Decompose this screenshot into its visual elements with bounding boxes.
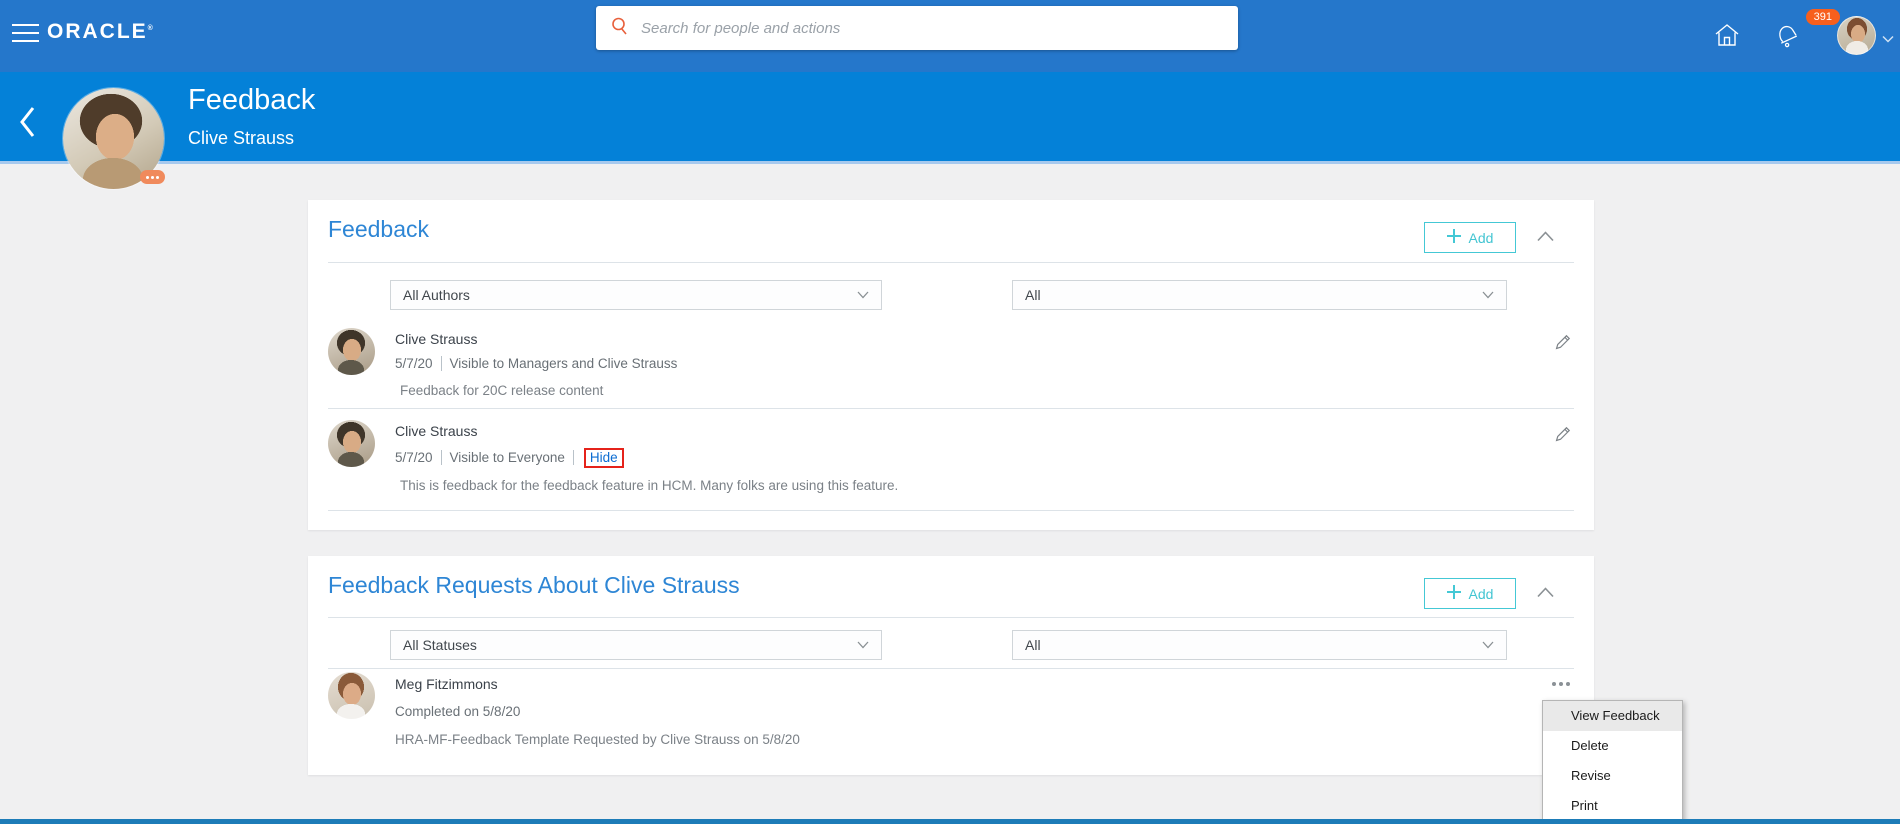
type-filter-select[interactable]: All (1012, 630, 1507, 660)
user-avatar[interactable] (1837, 16, 1876, 55)
menu-item-view-feedback[interactable]: View Feedback (1543, 701, 1682, 731)
feedback-requests-card: Feedback Requests About Clive Strauss Ad… (308, 556, 1594, 775)
back-button[interactable] (16, 104, 40, 145)
hamburger-menu-icon[interactable] (12, 24, 39, 46)
chevron-down-icon (857, 291, 869, 299)
divider (328, 510, 1574, 511)
divider (328, 668, 1574, 669)
feedback-meta: 5/7/20 Visible to Everyone Hide (395, 448, 624, 468)
feedback-author-avatar (328, 328, 375, 375)
status-filter-select[interactable]: All Statuses (390, 630, 882, 660)
top-navigation-bar: ORACLE® 391 (0, 0, 1900, 72)
plus-icon (1446, 229, 1461, 246)
registered-mark: ® (147, 25, 153, 32)
oracle-logo: ORACLE® (47, 20, 153, 43)
add-feedback-button[interactable]: Add (1424, 222, 1516, 253)
author-filter-select[interactable]: All Authors (390, 280, 882, 310)
chevron-down-icon (1482, 641, 1494, 649)
plus-icon (1446, 585, 1461, 602)
bottom-accent-bar (0, 819, 1900, 824)
request-status: Completed on 5/8/20 (395, 704, 521, 719)
search-icon (610, 16, 630, 41)
type-filter-select[interactable]: All (1012, 280, 1507, 310)
menu-item-print[interactable]: Print (1543, 791, 1682, 821)
divider (328, 408, 1574, 409)
feedback-author-name: Clive Strauss (395, 423, 478, 439)
hide-link[interactable]: Hide (590, 450, 618, 465)
feedback-text: This is feedback for the feedback featur… (400, 478, 899, 493)
row-actions-ellipsis-icon[interactable] (1552, 678, 1570, 690)
avatar-actions-badge[interactable] (140, 170, 165, 184)
add-feedback-request-button[interactable]: Add (1424, 578, 1516, 609)
chevron-down-icon[interactable] (1882, 30, 1894, 48)
separator (440, 356, 442, 371)
feedback-card: Feedback Add All Authors All Clive Strau… (308, 200, 1594, 530)
edit-pencil-icon[interactable] (1553, 333, 1572, 357)
feedback-card-title: Feedback (328, 216, 430, 242)
notification-count-badge: 391 (1805, 9, 1840, 25)
notifications-bell-icon[interactable] (1772, 20, 1802, 55)
feedback-text: Feedback for 20C release content (400, 383, 604, 398)
page-title: Feedback (188, 84, 316, 116)
page-subtitle: Clive Strauss (188, 128, 295, 148)
feedback-meta: 5/7/20 Visible to Managers and Clive Stra… (395, 356, 678, 371)
global-search[interactable] (596, 6, 1238, 50)
home-button[interactable] (1712, 20, 1742, 55)
menu-item-delete[interactable]: Delete (1543, 731, 1682, 761)
annotation-highlight-box: Hide (583, 448, 624, 468)
requests-card-title: Feedback Requests About Clive Strauss (328, 572, 740, 598)
separator (572, 450, 574, 465)
collapse-section-icon[interactable] (1537, 585, 1554, 603)
request-author-name: Meg Fitzimmons (395, 676, 498, 692)
separator (440, 450, 442, 465)
row-actions-context-menu: View Feedback Delete Revise Print (1542, 700, 1683, 822)
request-text: HRA-MF-Feedback Template Requested by Cl… (395, 732, 800, 747)
divider (328, 617, 1574, 618)
menu-item-revise[interactable]: Revise (1543, 761, 1682, 791)
request-author-avatar (328, 672, 375, 719)
edit-pencil-icon[interactable] (1553, 425, 1572, 449)
search-input[interactable] (641, 19, 1224, 37)
feedback-author-name: Clive Strauss (395, 331, 478, 347)
chevron-down-icon (1482, 291, 1494, 299)
collapse-section-icon[interactable] (1537, 229, 1554, 247)
chevron-down-icon (857, 641, 869, 649)
app-window: ORACLE® 391 (0, 0, 1900, 824)
divider (328, 262, 1574, 263)
feedback-author-avatar (328, 420, 375, 467)
